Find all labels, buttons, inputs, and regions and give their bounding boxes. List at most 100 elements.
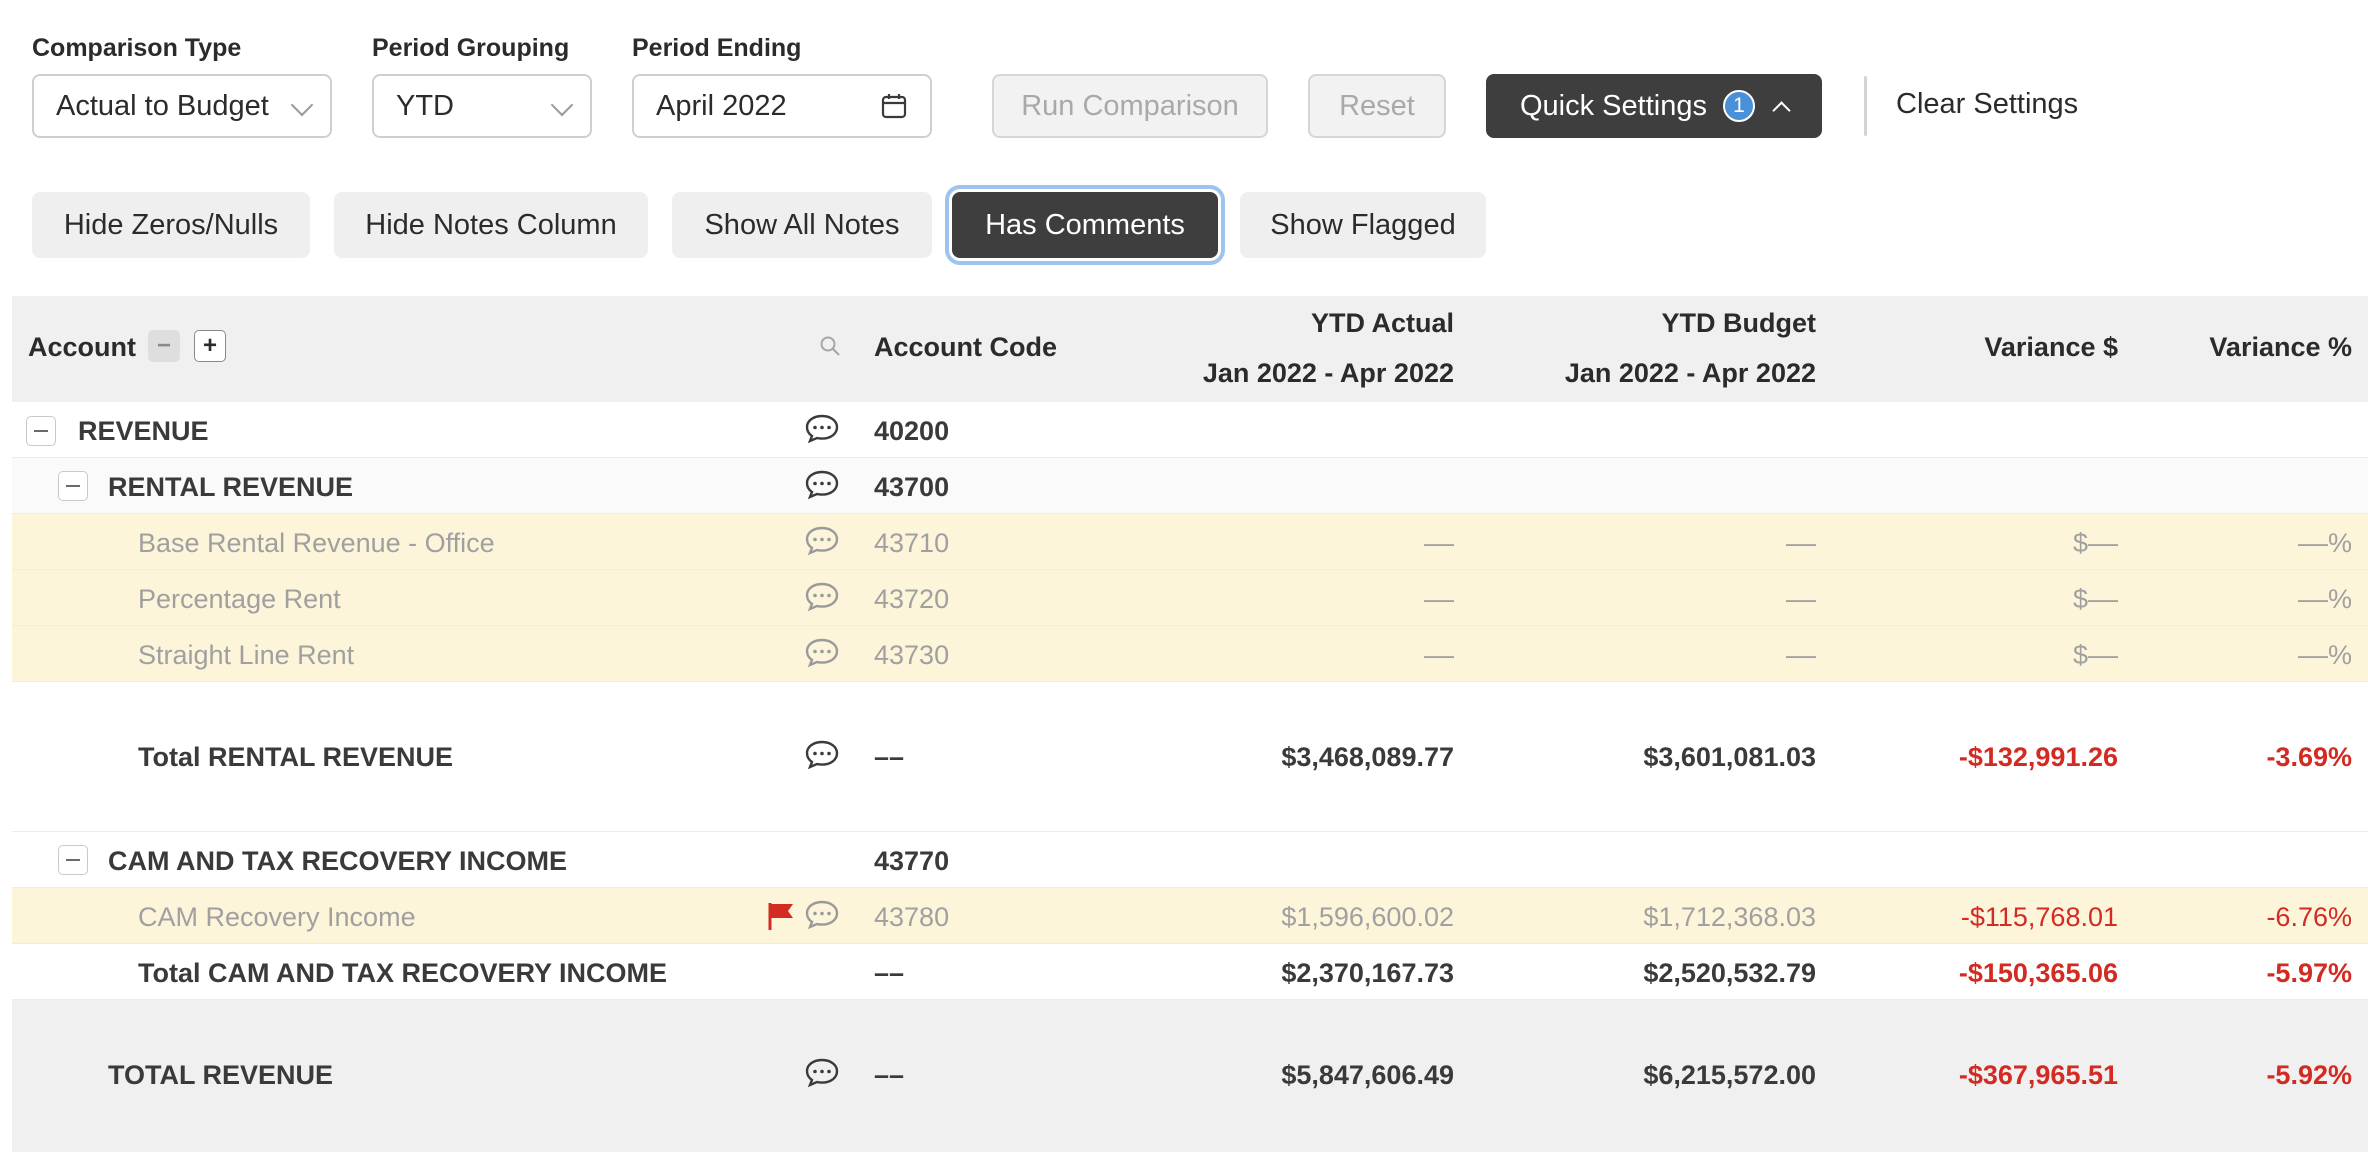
expand-all-icon[interactable]: + [194, 330, 226, 362]
period-grouping-select[interactable]: YTD [372, 74, 592, 138]
account-code: –– [874, 958, 905, 988]
comment-icon[interactable] [804, 412, 840, 444]
account-code: 43770 [874, 846, 950, 876]
chevron-down-icon [550, 93, 574, 117]
ytd-actual-value: $3,468,089.77 [1281, 742, 1454, 772]
ytd-budget-value: –– [1785, 640, 1816, 670]
comment-icon[interactable] [804, 738, 840, 770]
header-ytd-budget-range: Jan 2022 - Apr 2022 [1564, 358, 1816, 388]
account-code: –– [874, 1060, 905, 1090]
ytd-budget-value: –– [1785, 584, 1816, 614]
table-row: Percentage Rent 43720 –– –– $–– ––% [12, 570, 2368, 626]
variance-amount-value: -$367,965.51 [1958, 1060, 2118, 1090]
period-ending-input[interactable]: April 2022 [632, 74, 932, 138]
chevron-up-icon [1772, 100, 1791, 120]
chevron-down-icon [290, 93, 314, 117]
variance-amount-value: $–– [2072, 528, 2118, 558]
ytd-budget-value: –– [1785, 528, 1816, 558]
quick-settings-button[interactable]: Quick Settings 1 [1486, 74, 1822, 138]
account-code: 43710 [874, 528, 950, 558]
header-account[interactable]: Account [28, 332, 136, 363]
variance-amount-value: -$150,365.06 [1958, 958, 2118, 988]
variance-amount-value: $–– [2072, 584, 2118, 614]
account-name: CAM Recovery Income [138, 902, 416, 932]
account-code: 43780 [874, 902, 950, 932]
account-name: Total RENTAL REVENUE [138, 742, 454, 772]
table-row: CAM Recovery Income 43780 $1,596,600.02 … [12, 888, 2368, 944]
account-name: Percentage Rent [138, 584, 341, 614]
variance-amount-value: $–– [2072, 640, 2118, 670]
ytd-actual-value: $1,596,600.02 [1281, 902, 1454, 932]
header-variance-percent[interactable]: Variance % [2209, 332, 2352, 363]
ytd-budget-value: $3,601,081.03 [1643, 742, 1816, 772]
collapse-all-icon[interactable]: − [148, 330, 180, 362]
variance-percent-value: -6.76% [2266, 902, 2352, 932]
filter-bar: Comparison Type Actual to Budget Period … [0, 0, 2368, 160]
collapse-icon[interactable] [58, 471, 88, 501]
has-comments-toggle[interactable]: Has Comments [952, 192, 1218, 258]
header-ytd-budget[interactable]: YTD Budget [1662, 308, 1817, 339]
comment-icon[interactable] [804, 898, 840, 930]
search-icon[interactable] [818, 334, 842, 358]
variance-percent-value: -5.92% [2266, 1060, 2352, 1090]
hide-zeros-toggle[interactable]: Hide Zeros/Nulls [32, 192, 310, 258]
period-ending-label: Period Ending [632, 34, 802, 62]
period-grouping-value: YTD [396, 89, 454, 122]
comment-icon[interactable] [804, 636, 840, 668]
comment-icon[interactable] [804, 1056, 840, 1088]
table-row: REVENUE 40200 [12, 402, 2368, 458]
table-row: Base Rental Revenue - Office 43710 –– ––… [12, 514, 2368, 570]
comment-icon[interactable] [804, 580, 840, 612]
variance-amount-value: -$115,768.01 [1960, 902, 2118, 932]
reset-button[interactable]: Reset [1308, 74, 1446, 138]
table-header: Account − + Account Code YTD Actual Jan … [12, 296, 2368, 402]
account-code: 43720 [874, 584, 950, 614]
account-name: Base Rental Revenue - Office [138, 528, 495, 558]
table-row: Total RENTAL REVENUE –– $3,468,089.77 $3… [12, 682, 2368, 832]
variance-percent-value: ––% [2297, 640, 2352, 670]
table-row: Total CAM AND TAX RECOVERY INCOME –– $2,… [12, 944, 2368, 1000]
period-ending-value: April 2022 [656, 89, 787, 122]
ytd-budget-value: $1,712,368.03 [1643, 902, 1816, 932]
ytd-actual-value: –– [1423, 584, 1454, 614]
header-ytd-actual[interactable]: YTD Actual [1311, 308, 1454, 339]
flag-icon[interactable] [766, 900, 796, 932]
variance-percent-value: ––% [2297, 528, 2352, 558]
collapse-icon[interactable] [26, 416, 56, 446]
table-row: RENTAL REVENUE 43700 [12, 458, 2368, 514]
calendar-icon[interactable] [880, 92, 908, 120]
show-flagged-toggle[interactable]: Show Flagged [1240, 192, 1486, 258]
quick-settings-count-badge: 1 [1722, 90, 1755, 122]
comparison-type-select[interactable]: Actual to Budget [32, 74, 332, 138]
show-all-notes-toggle[interactable]: Show All Notes [672, 192, 932, 258]
comment-icon[interactable] [804, 468, 840, 500]
account-code: 40200 [874, 416, 950, 446]
header-ytd-actual-range: Jan 2022 - Apr 2022 [1202, 358, 1454, 388]
account-code: –– [874, 742, 905, 772]
account-name: CAM AND TAX RECOVERY INCOME [108, 846, 568, 876]
account-code: 43700 [874, 472, 950, 502]
header-variance-amount[interactable]: Variance $ [1984, 332, 2118, 363]
comparison-table: Account − + Account Code YTD Actual Jan … [12, 296, 2368, 1152]
comparison-type-label: Comparison Type [32, 34, 242, 62]
ytd-actual-value: $5,847,606.49 [1281, 1060, 1454, 1090]
hide-notes-column-toggle[interactable]: Hide Notes Column [334, 192, 648, 258]
ytd-actual-value: $2,370,167.73 [1281, 958, 1454, 988]
ytd-budget-value: $2,520,532.79 [1643, 958, 1816, 988]
account-name: REVENUE [78, 416, 209, 446]
account-name: Straight Line Rent [138, 640, 355, 670]
quick-settings-label: Quick Settings [1520, 89, 1707, 122]
toolbar-divider [1864, 76, 1867, 136]
table-row: Straight Line Rent 43730 –– –– $–– ––% [12, 626, 2368, 682]
account-name: RENTAL REVENUE [108, 472, 354, 502]
header-account-code[interactable]: Account Code [874, 332, 1057, 363]
comment-icon[interactable] [804, 524, 840, 556]
clear-settings-button[interactable]: Clear Settings [1896, 88, 2078, 121]
collapse-icon[interactable] [58, 845, 88, 875]
account-name: TOTAL REVENUE [108, 1060, 334, 1090]
variance-percent-value: -3.69% [2266, 742, 2352, 772]
run-comparison-button[interactable]: Run Comparison [992, 74, 1268, 138]
table-row: TOTAL REVENUE –– $5,847,606.49 $6,215,57… [12, 1000, 2368, 1152]
account-name: Total CAM AND TAX RECOVERY INCOME [138, 958, 668, 988]
table-row: CAM AND TAX RECOVERY INCOME 43770 [12, 832, 2368, 888]
